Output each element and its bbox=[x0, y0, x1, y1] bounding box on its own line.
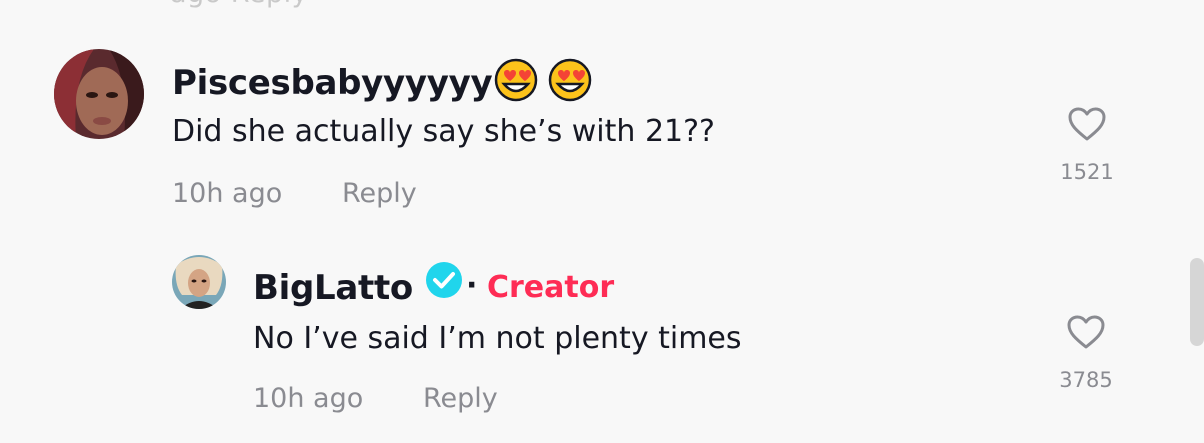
verified-badge-icon bbox=[424, 260, 464, 304]
heart-icon bbox=[1066, 314, 1106, 354]
creator-badge: Creator bbox=[487, 270, 615, 305]
avatar[interactable] bbox=[172, 255, 226, 309]
reply-author[interactable]: BigLatto bbox=[253, 268, 413, 308]
like-button[interactable]: 3785 bbox=[1051, 314, 1121, 392]
reply-button[interactable]: Reply bbox=[423, 383, 498, 414]
scrollbar-thumb[interactable] bbox=[1190, 258, 1204, 346]
comment-text: Did she actually say she’s with 21?? bbox=[172, 114, 715, 149]
like-button[interactable]: 1521 bbox=[1052, 106, 1122, 184]
separator-dot: · bbox=[466, 268, 478, 303]
reply-item: BigLatto · Creator No I’ve said I’m not … bbox=[0, 230, 1204, 443]
heart-icon bbox=[1067, 106, 1107, 146]
reply-timestamp: 10h ago bbox=[253, 383, 364, 414]
reply-button[interactable]: Reply bbox=[342, 178, 417, 209]
heart-eyes-emoji-icon bbox=[548, 58, 592, 111]
comment-item: Piscesbabyyyyyy Did she actually say she… bbox=[0, 0, 1204, 230]
comment-author[interactable]: Piscesbabyyyyyy bbox=[172, 58, 592, 111]
reply-text: No I’ve said I’m not plenty times bbox=[253, 321, 742, 356]
comment-timestamp: 10h ago bbox=[172, 178, 283, 209]
avatar[interactable] bbox=[54, 49, 144, 139]
like-count: 1521 bbox=[1060, 160, 1114, 184]
heart-eyes-emoji-icon bbox=[494, 58, 538, 111]
like-count: 3785 bbox=[1059, 368, 1113, 392]
